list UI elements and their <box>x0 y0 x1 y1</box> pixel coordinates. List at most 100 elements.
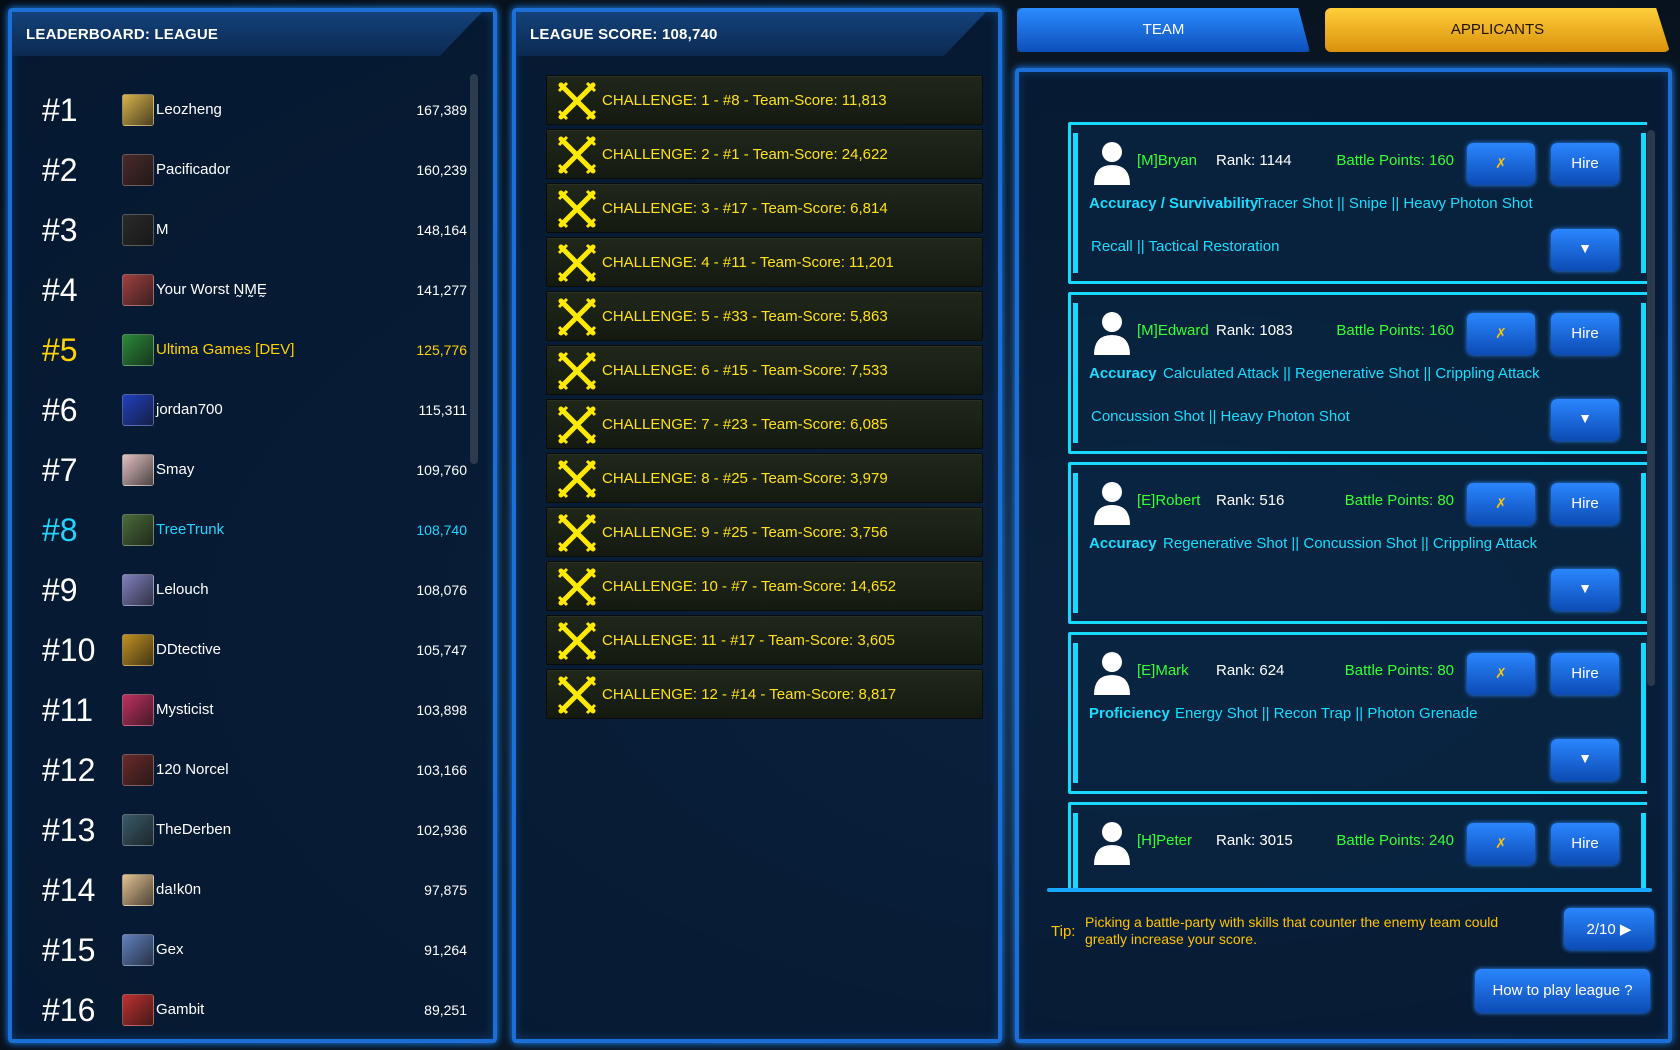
player-score: 125,776 <box>416 342 467 358</box>
challenge-row[interactable]: CHALLENGE: 2 - #1 - Team-Score: 24,622 <box>546 129 983 179</box>
expand-chevron-button[interactable]: ▼ <box>1551 229 1619 271</box>
rank-number: #3 <box>42 212 78 248</box>
player-score: 97,875 <box>424 882 467 898</box>
applicant-name[interactable]: [E]Robert <box>1137 492 1200 509</box>
player-score: 109,760 <box>416 462 467 478</box>
reject-button[interactable]: ✗ <box>1467 143 1535 185</box>
challenge-label: CHALLENGE: 2 - #1 - Team-Score: 24,622 <box>602 146 888 163</box>
applicant-rank: Rank: 624 <box>1216 662 1285 679</box>
reject-button[interactable]: ✗ <box>1467 483 1535 525</box>
player-avatar <box>122 454 154 486</box>
challenge-row[interactable]: CHALLENGE: 3 - #17 - Team-Score: 6,814 <box>546 183 983 233</box>
leaderboard-row[interactable]: #15 Gex 91,264 <box>30 920 475 980</box>
leaderboard-row[interactable]: #7 Smay 109,760 <box>30 440 475 500</box>
applicant-name[interactable]: [M]Edward <box>1137 322 1209 339</box>
leaderboard-row[interactable]: #11 Mysticist 103,898 <box>30 680 475 740</box>
divider <box>1047 888 1652 892</box>
crossed-swords-icon <box>557 459 597 499</box>
leaderboard-row[interactable]: #3 M 148,164 <box>30 200 475 260</box>
challenge-row[interactable]: CHALLENGE: 4 - #11 - Team-Score: 11,201 <box>546 237 983 287</box>
leaderboard-scroll-thumb[interactable] <box>470 74 478 464</box>
league-score-panel: LEAGUE SCORE: 108,740 CHALLENGE: 1 - #8 … <box>512 8 1002 1043</box>
challenge-row[interactable]: CHALLENGE: 12 - #14 - Team-Score: 8,817 <box>546 669 983 719</box>
tab-team[interactable]: TEAM <box>1017 8 1310 52</box>
challenge-label: CHALLENGE: 7 - #23 - Team-Score: 6,085 <box>602 416 888 433</box>
player-avatar <box>122 514 154 546</box>
rank-number: #9 <box>42 572 78 608</box>
leaderboard-row[interactable]: #16 Gambit 89,251 <box>30 980 475 1040</box>
player-score: 115,311 <box>418 402 467 418</box>
challenge-row[interactable]: CHALLENGE: 1 - #8 - Team-Score: 11,813 <box>546 75 983 125</box>
player-avatar <box>122 814 154 846</box>
applicant-name[interactable]: [M]Bryan <box>1137 152 1197 169</box>
hire-button[interactable]: Hire <box>1551 653 1619 695</box>
player-name: Lelouch <box>156 581 209 598</box>
player-name: Smay <box>156 461 195 478</box>
leaderboard-row[interactable]: #13 TheDerben 102,936 <box>30 800 475 860</box>
leaderboard-row[interactable]: #10 DDtective 105,747 <box>30 620 475 680</box>
player-name: Pacificador <box>156 161 231 178</box>
leaderboard-row[interactable]: #6 jordan700 115,311 <box>30 380 475 440</box>
challenge-row[interactable]: CHALLENGE: 5 - #33 - Team-Score: 5,863 <box>546 291 983 341</box>
leaderboard-row[interactable]: #9 Lelouch 108,076 <box>30 560 475 620</box>
challenge-row[interactable]: CHALLENGE: 8 - #25 - Team-Score: 3,979 <box>546 453 983 503</box>
how-to-play-button[interactable]: How to play league ? <box>1475 969 1650 1013</box>
leaderboard-list: #1 Leozheng 167,389 #2 Pacificador 160,239 #3 M… <box>30 80 475 1040</box>
hire-button[interactable]: Hire <box>1551 313 1619 355</box>
user-silhouette-icon <box>1092 819 1132 865</box>
crossed-swords-icon <box>557 513 597 553</box>
player-name: jordan700 <box>156 401 223 418</box>
tip-label: Tip: <box>1051 923 1076 940</box>
challenge-row[interactable]: CHALLENGE: 9 - #25 - Team-Score: 3,756 <box>546 507 983 557</box>
crossed-swords-icon <box>557 567 597 607</box>
reject-button[interactable]: ✗ <box>1467 653 1535 695</box>
rank-number: #1 <box>42 92 78 128</box>
expand-chevron-button[interactable]: ▼ <box>1551 569 1619 611</box>
rank-number: #4 <box>42 272 78 308</box>
challenge-label: CHALLENGE: 3 - #17 - Team-Score: 6,814 <box>602 200 888 217</box>
leaderboard-row[interactable]: #4 Your Worst N̰M̰Ḛ 141,277 <box>30 260 475 320</box>
user-silhouette-icon <box>1092 139 1132 185</box>
hire-button[interactable]: Hire <box>1551 143 1619 185</box>
crossed-swords-icon <box>557 189 597 229</box>
challenge-label: CHALLENGE: 5 - #33 - Team-Score: 5,863 <box>602 308 888 325</box>
reject-button[interactable]: ✗ <box>1467 313 1535 355</box>
rank-number: #5 <box>42 332 78 368</box>
applicants-scrollbar[interactable] <box>1647 130 1655 686</box>
leaderboard-row[interactable]: #8 TreeTrunk 108,740 <box>30 500 475 560</box>
applicant-name[interactable]: [H]Peter <box>1137 832 1192 849</box>
rank-number: #7 <box>42 452 78 488</box>
player-avatar <box>122 994 154 1026</box>
leaderboard-row[interactable]: #5 Ultima Games [DEV] 125,776 <box>30 320 475 380</box>
hire-button[interactable]: Hire <box>1551 823 1619 865</box>
tab-applicants[interactable]: APPLICANTS <box>1325 8 1670 52</box>
reject-button[interactable]: ✗ <box>1467 823 1535 865</box>
leaderboard-row[interactable]: #2 Pacificador 160,239 <box>30 140 475 200</box>
leaderboard-row[interactable]: #14 da!k0n 97,875 <box>30 860 475 920</box>
rank-number: #14 <box>42 872 96 908</box>
applicant-name[interactable]: [E]Mark <box>1137 662 1189 679</box>
player-avatar <box>122 334 154 366</box>
hire-button[interactable]: Hire <box>1551 483 1619 525</box>
challenge-row[interactable]: CHALLENGE: 6 - #15 - Team-Score: 7,533 <box>546 345 983 395</box>
player-avatar <box>122 94 154 126</box>
applicants-list: [M]Bryan Rank: 1144 Battle Points: 160 ✗ Hir… <box>1039 118 1647 890</box>
player-avatar <box>122 274 154 306</box>
player-score: 103,166 <box>416 762 467 778</box>
player-name: TreeTrunk <box>156 521 225 538</box>
expand-chevron-button[interactable]: ▼ <box>1551 739 1619 781</box>
crossed-swords-icon <box>557 675 597 715</box>
challenge-label: CHALLENGE: 12 - #14 - Team-Score: 8,817 <box>602 686 897 703</box>
rank-number: #8 <box>42 512 78 548</box>
leaderboard-row[interactable]: #1 Leozheng 167,389 <box>30 80 475 140</box>
player-name: Gex <box>156 941 184 958</box>
challenge-row[interactable]: CHALLENGE: 10 - #7 - Team-Score: 14,652 <box>546 561 983 611</box>
expand-chevron-button[interactable]: ▼ <box>1551 399 1619 441</box>
leaderboard-scrollbar[interactable] <box>470 74 478 464</box>
challenge-row[interactable]: CHALLENGE: 11 - #17 - Team-Score: 3,605 <box>546 615 983 665</box>
leaderboard-row[interactable]: #12 120 Norcel 103,166 <box>30 740 475 800</box>
challenge-row[interactable]: CHALLENGE: 7 - #23 - Team-Score: 6,085 <box>546 399 983 449</box>
tip-next-button[interactable]: 2/10 ▶ <box>1564 908 1654 950</box>
user-silhouette-icon <box>1092 479 1132 525</box>
player-name: Leozheng <box>156 101 222 118</box>
